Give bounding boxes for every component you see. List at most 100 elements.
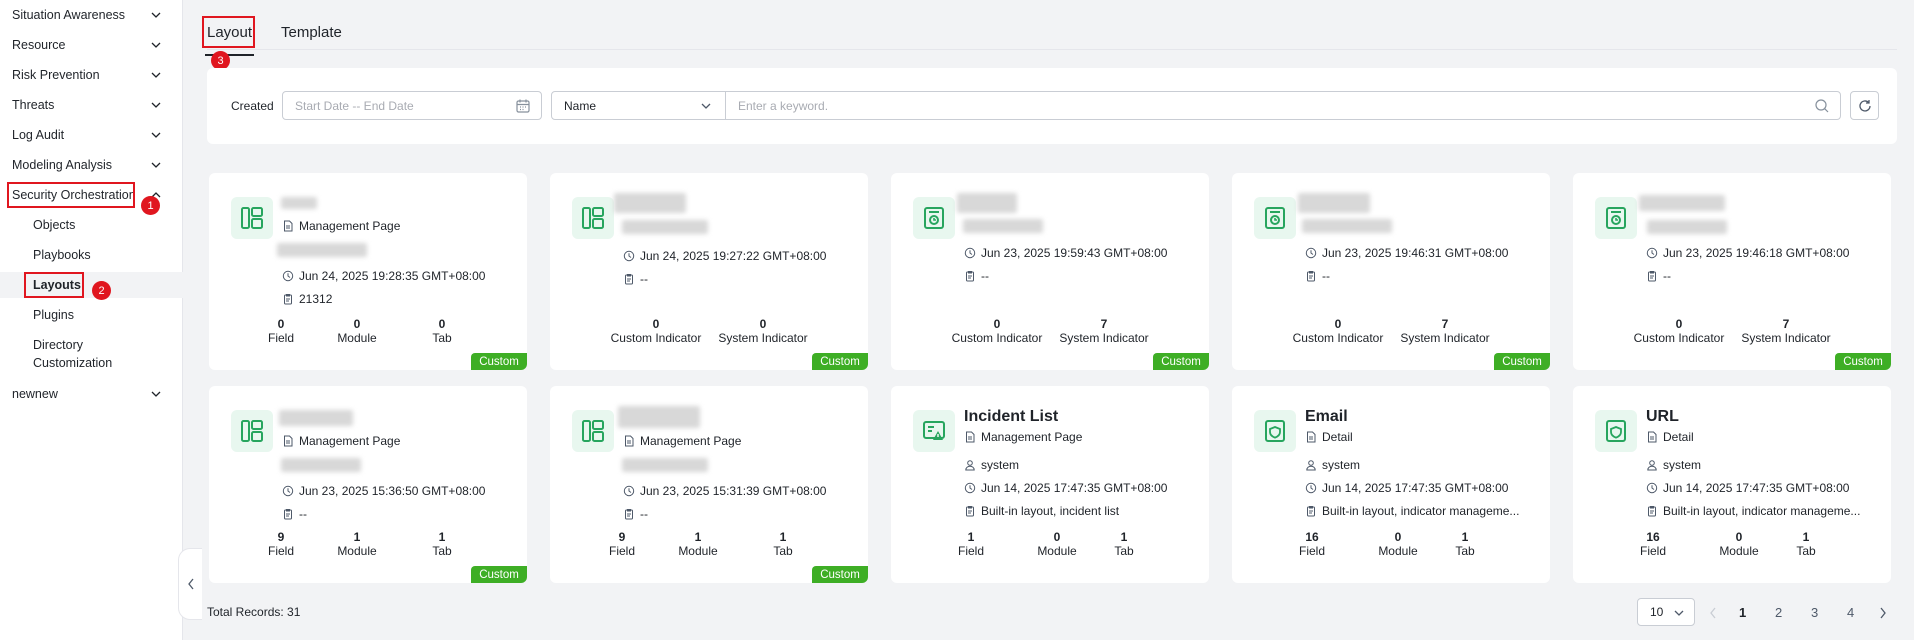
sidebar-collapse-button[interactable] [178, 548, 202, 620]
sidebar-item-plugins[interactable]: Plugins [0, 302, 183, 328]
card-desc-text: -- [1663, 269, 1671, 283]
field-select[interactable]: Name [552, 92, 726, 119]
card-time-text: Jun 23, 2025 15:36:50 GMT+08:00 [299, 484, 486, 498]
sidebar-item-resource[interactable]: Resource [0, 32, 183, 58]
layout-card[interactable]: Management Page Jun 23, 2025 15:31:39 GM… [550, 386, 868, 583]
document-icon [1307, 431, 1316, 443]
card-type-text: Management Page [299, 434, 401, 448]
layout-card[interactable]: Jun 23, 2025 19:46:18 GMT+08:00 -- 0 Cust… [1573, 173, 1891, 370]
layout-card[interactable]: Jun 23, 2025 19:46:31 GMT+08:00 -- 0 Cust… [1232, 173, 1550, 370]
card-desc: -- [282, 507, 307, 521]
stat-custom-indicator: 0 Custom Indicator [951, 317, 1043, 345]
card-desc-text: Built-in layout, indicator manageme... [1663, 504, 1861, 518]
search-group: Name Enter a keyword. [551, 91, 1841, 120]
total-records: Total Records: 31 [207, 605, 301, 619]
card-time: Jun 23, 2025 15:36:50 GMT+08:00 [282, 484, 485, 498]
stat-field: 16 Field [1639, 530, 1666, 558]
stat-tab: 1 Tab [773, 530, 793, 558]
keyword-input[interactable]: Enter a keyword. [738, 99, 828, 113]
card-time-text: Jun 14, 2025 17:47:35 GMT+08:00 [981, 481, 1168, 495]
clock-icon [1646, 247, 1658, 259]
refresh-button[interactable] [1850, 91, 1879, 120]
page-size-value: 10 [1650, 605, 1664, 619]
card-desc-text: -- [640, 507, 648, 521]
clipboard-icon [1307, 506, 1315, 517]
redacted-user [277, 243, 367, 257]
sidebar: Situation Awareness Resource Risk Preven… [0, 0, 183, 640]
custom-tag: Custom [1494, 353, 1550, 370]
page-1[interactable]: 1 [1739, 605, 1746, 620]
sidebar-item-newnew[interactable]: newnew [0, 381, 183, 407]
card-time: Jun 23, 2025 19:59:43 GMT+08:00 [964, 246, 1167, 260]
card-desc: -- [1646, 269, 1671, 283]
card-type: Management Page [964, 430, 1082, 444]
layout-card[interactable]: Management Page Jun 24, 2025 19:28:35 GM… [209, 173, 527, 370]
page-3[interactable]: 3 [1811, 605, 1818, 620]
sidebar-item-playbooks[interactable]: Playbooks [0, 242, 183, 268]
stat-field: 16 Field [1298, 530, 1325, 558]
sidebar-item-threats[interactable]: Threats [0, 92, 183, 118]
sidebar-item-directory-customization[interactable]: Directory Customization [0, 332, 130, 370]
user-icon [1306, 460, 1316, 471]
prev-page-icon[interactable] [1707, 606, 1719, 620]
clock-icon [1305, 482, 1317, 494]
redacted-title [957, 193, 1017, 213]
search-icon[interactable] [1814, 98, 1830, 114]
document-icon [284, 435, 293, 447]
card-type-text: Management Page [981, 430, 1083, 444]
card-time: Jun 14, 2025 17:47:35 GMT+08:00 [1646, 481, 1849, 495]
card-desc-text: Built-in layout, indicator manageme... [1322, 504, 1520, 518]
page-2[interactable]: 2 [1775, 605, 1782, 620]
chevron-down-icon [151, 391, 161, 397]
layout-card[interactable]: Incident List Management Page system Jun… [891, 386, 1209, 583]
detail-layout-icon [913, 197, 955, 239]
redacted-user [281, 458, 361, 472]
clock-icon [282, 270, 294, 282]
layout-card[interactable]: Management Page Jun 23, 2025 15:36:50 GM… [209, 386, 527, 583]
sidebar-item-modeling-analysis[interactable]: Modeling Analysis [0, 152, 183, 178]
card-desc: -- [623, 507, 648, 521]
page-size-select[interactable]: 10 [1637, 598, 1695, 626]
clipboard-icon [284, 509, 292, 520]
clipboard-icon [966, 271, 974, 282]
card-type: Detail [1646, 430, 1694, 444]
card-time: Jun 23, 2025 19:46:18 GMT+08:00 [1646, 246, 1849, 260]
sidebar-item-objects[interactable]: Objects [0, 212, 183, 238]
layout-card[interactable]: Jun 24, 2025 19:27:22 GMT+08:00 -- 0 Cust… [550, 173, 868, 370]
chevron-down-icon [151, 42, 161, 48]
tab-template[interactable]: Template [281, 24, 342, 41]
card-time-text: Jun 14, 2025 17:47:35 GMT+08:00 [1663, 481, 1850, 495]
sidebar-item-risk-prevention[interactable]: Risk Prevention [0, 62, 183, 88]
sidebar-item-log-audit[interactable]: Log Audit [0, 122, 183, 148]
layout-icon [231, 410, 273, 452]
card-type: Detail [1305, 430, 1353, 444]
layout-card[interactable]: URL Detail system Jun 14, 2025 17:47:35 … [1573, 386, 1891, 583]
document-icon [284, 220, 293, 232]
card-desc: 21312 [282, 292, 332, 306]
redacted-type [1302, 219, 1392, 233]
page-4[interactable]: 4 [1847, 605, 1854, 620]
redacted-title [279, 410, 353, 426]
layout-card[interactable]: Jun 23, 2025 19:59:43 GMT+08:00 -- 0 Cust… [891, 173, 1209, 370]
redacted-title [1639, 195, 1725, 211]
clipboard-icon [625, 274, 633, 285]
card-time-text: Jun 23, 2025 19:46:18 GMT+08:00 [1663, 246, 1850, 260]
card-title: URL [1646, 408, 1679, 425]
date-range-input[interactable]: Start Date -- End Date [282, 91, 542, 120]
redacted-title [281, 197, 317, 209]
card-title: Email [1305, 408, 1348, 425]
card-time: Jun 14, 2025 17:47:35 GMT+08:00 [1305, 481, 1508, 495]
field-select-value: Name [564, 98, 597, 113]
clipboard-icon [966, 506, 974, 517]
custom-tag: Custom [471, 566, 527, 583]
sidebar-item-situation-awareness[interactable]: Situation Awareness [0, 2, 183, 28]
sidebar-item-label: Threats [12, 98, 55, 112]
card-type-text: Management Page [299, 219, 401, 233]
sidebar-item-label: Modeling Analysis [12, 158, 113, 172]
layout-card[interactable]: Email Detail system Jun 14, 2025 17:47:3… [1232, 386, 1550, 583]
highlight-box [202, 16, 255, 48]
next-page-icon[interactable] [1877, 606, 1889, 620]
chevron-down-icon [151, 102, 161, 108]
stat-system-indicator: 0 System Indicator [718, 317, 808, 345]
card-time-text: Jun 23, 2025 15:31:39 GMT+08:00 [640, 484, 827, 498]
